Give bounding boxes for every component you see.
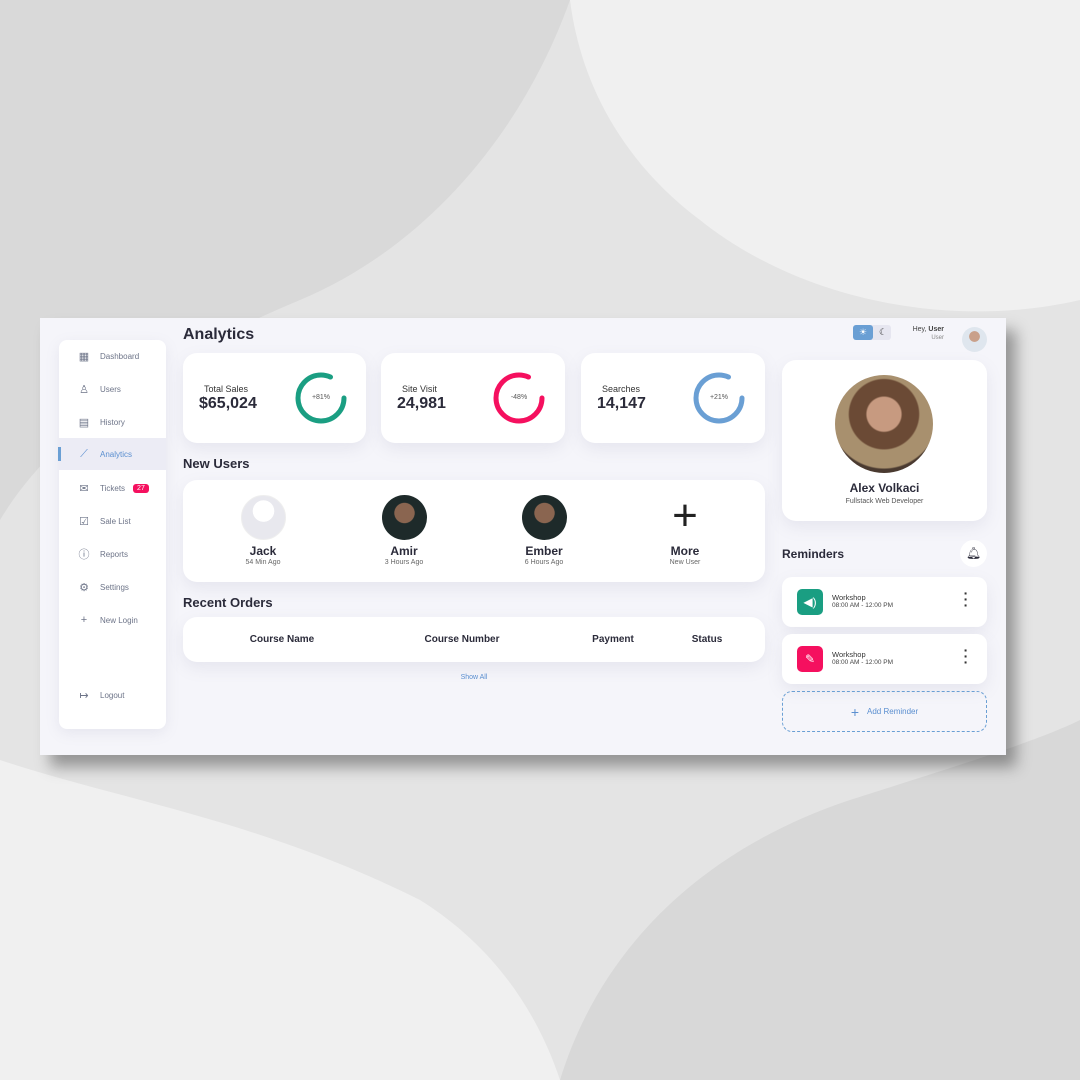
progress-ring: -48% — [491, 370, 547, 426]
logout-button[interactable]: ↦ Logout — [59, 679, 166, 711]
sidebar-item-sale-list[interactable]: ☑ Sale List — [59, 505, 166, 537]
progress-ring: +81% — [293, 370, 349, 426]
user-jack[interactable]: Jack 54 Min Ago — [213, 495, 313, 566]
sidebar: ▦ Dashboard ♙ Users ▤ History ⟋ Analytics ✉ T… — [58, 340, 166, 729]
logout-icon: ↦ — [79, 689, 89, 702]
greeting: Hey, User — [912, 326, 944, 333]
reminder-item[interactable]: ✎ Workshop 08:00 AM - 12:00 PM · · · — [782, 634, 987, 684]
bell-button[interactable]: 🔔︎ — [960, 540, 987, 567]
more-options-icon[interactable]: · · · — [963, 586, 969, 612]
tickets-badge: 27 — [133, 483, 149, 493]
theme-toggle[interactable]: ☀ ☾ — [853, 325, 891, 340]
user-icon: ♙ — [79, 383, 89, 396]
profile-role: Fullstack Web Developer — [845, 498, 924, 505]
column-course-name: Course Name — [249, 634, 315, 645]
plus-icon: + — [850, 703, 860, 720]
sidebar-item-history[interactable]: ▤ History — [59, 406, 166, 438]
avatar — [240, 495, 286, 540]
column-payment: Payment — [592, 634, 634, 645]
bell-icon: 🔔︎ — [965, 546, 982, 560]
volume-icon: ◀) — [797, 589, 823, 615]
sidebar-item-tickets[interactable]: ✉ Tickets 27 — [59, 472, 166, 504]
sidebar-item-settings[interactable]: ⚙ Settings — [59, 571, 166, 603]
new-users-title: New Users — [183, 456, 250, 471]
progress-ring: +21% — [691, 370, 747, 426]
plus-icon: + — [80, 614, 88, 626]
stat-card-total-sales: Total Sales $65,024 +81% — [183, 353, 366, 443]
column-course-number: Course Number — [424, 634, 500, 645]
alert-circle-icon: ⓘ — [78, 549, 90, 561]
dashboard-icon: ▦ — [78, 350, 90, 363]
add-reminder-button[interactable]: + Add Reminder — [782, 691, 987, 732]
sidebar-item-new-login[interactable]: + New Login — [59, 604, 166, 636]
stat-card-searches: Searches 14,147 +21% — [581, 353, 765, 443]
profile-photo — [835, 375, 933, 473]
profile-card: Alex Volkaci Fullstack Web Developer — [782, 360, 987, 521]
page-title: Analytics — [183, 326, 255, 343]
dashboard-window: ▦ Dashboard ♙ Users ▤ History ⟋ Analytics ✉ T… — [40, 318, 1006, 755]
analytics-icon: ⟋ — [80, 447, 88, 460]
show-all-link[interactable]: Show All — [424, 672, 524, 683]
plus-icon: + — [672, 491, 698, 540]
column-status: Status — [691, 634, 723, 645]
sidebar-item-analytics[interactable]: ⟋ Analytics — [58, 438, 166, 470]
avatar — [381, 495, 427, 540]
sidebar-item-reports[interactable]: ⓘ Reports — [59, 538, 166, 570]
user-avatar[interactable] — [962, 327, 987, 352]
new-users-card: Jack 54 Min Ago Amir 3 Hours Ago Ember 6 Ho… — [183, 480, 765, 582]
user-amir[interactable]: Amir 3 Hours Ago — [354, 495, 454, 566]
sun-icon[interactable]: ☀ — [853, 325, 873, 340]
reminders-title: Reminders — [782, 547, 845, 561]
history-icon: ▤ — [78, 416, 90, 429]
orders-table-header: Course Name Course Number Payment Status — [183, 617, 765, 662]
more-options-icon[interactable]: · · · — [963, 643, 969, 669]
more-users-button[interactable]: + More New User — [635, 491, 735, 567]
reminder-item[interactable]: ◀) Workshop 08:00 AM - 12:00 PM · · · — [782, 577, 987, 627]
mail-icon: ✉ — [79, 482, 89, 495]
avatar — [521, 495, 567, 540]
sidebar-item-dashboard[interactable]: ▦ Dashboard — [59, 340, 166, 372]
recent-orders-title: Recent Orders — [183, 595, 273, 610]
stat-card-site-visit: Site Visit 24,981 -48% — [381, 353, 565, 443]
clipboard-check-icon: ☑ — [79, 515, 89, 528]
profile-name: Alex Volkaci — [849, 481, 920, 495]
sidebar-item-users[interactable]: ♙ Users — [59, 373, 166, 405]
user-role: User — [931, 335, 944, 341]
moon-icon[interactable]: ☾ — [875, 325, 891, 340]
gear-icon: ⚙ — [79, 581, 89, 594]
user-ember[interactable]: Ember 6 Hours Ago — [494, 495, 594, 566]
pencil-icon: ✎ — [797, 646, 823, 672]
